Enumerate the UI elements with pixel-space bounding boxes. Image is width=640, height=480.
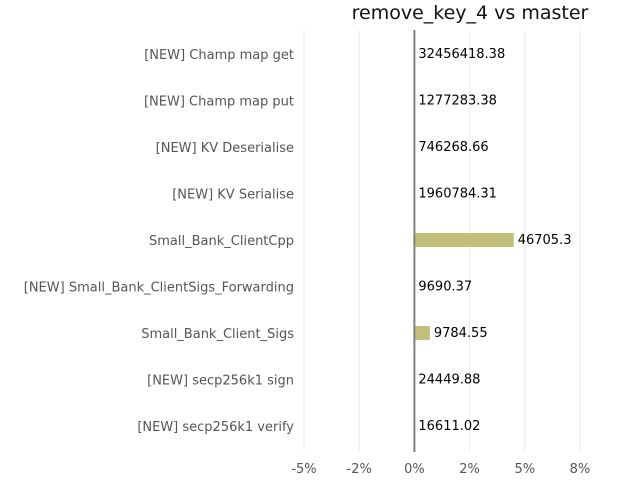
category-label: [NEW] secp256k1 sign: [147, 374, 294, 389]
bar: [414, 233, 514, 247]
value-label: 16611.02: [418, 419, 480, 434]
bar: [414, 326, 430, 340]
category-label: [NEW] KV Deserialise: [156, 141, 294, 156]
category-label: [NEW] Champ map get: [144, 48, 294, 63]
x-tick-label: -5%: [291, 462, 316, 477]
value-label: 46705.3: [518, 233, 572, 248]
value-label: 9784.55: [434, 326, 488, 341]
x-tick-label: 2%: [459, 462, 480, 477]
value-label: 32456418.38: [418, 47, 505, 62]
x-tick-label: -2%: [347, 462, 372, 477]
x-tick-label: 0%: [404, 462, 425, 477]
value-label: 24449.88: [418, 373, 480, 388]
x-axis-ticks: -5% -2% 0% 2% 5% 8%: [291, 462, 590, 477]
value-label: 746268.66: [418, 140, 488, 155]
category-label: [NEW] KV Serialise: [172, 188, 294, 203]
value-label: 1960784.31: [418, 187, 497, 202]
category-label: Small_Bank_ClientCpp: [149, 234, 294, 249]
value-label: 1277283.38: [418, 94, 497, 109]
category-label: [NEW] secp256k1 verify: [137, 420, 294, 435]
category-label: [NEW] Small_Bank_ClientSigs_Forwarding: [24, 281, 294, 296]
category-label: [NEW] Champ map put: [144, 95, 294, 110]
chart-title: remove_key_4 vs master: [352, 2, 589, 24]
x-tick-label: 5%: [514, 462, 535, 477]
category-label: Small_Bank_Client_Sigs: [141, 327, 294, 342]
bar-chart: remove_key_4 vs master [NEW] Champ map g…: [24, 2, 591, 477]
category-labels: [NEW] Champ map get [NEW] Champ map put [N…: [24, 48, 295, 435]
value-label: 9690.37: [418, 280, 472, 295]
x-tick-label: 8%: [570, 462, 591, 477]
